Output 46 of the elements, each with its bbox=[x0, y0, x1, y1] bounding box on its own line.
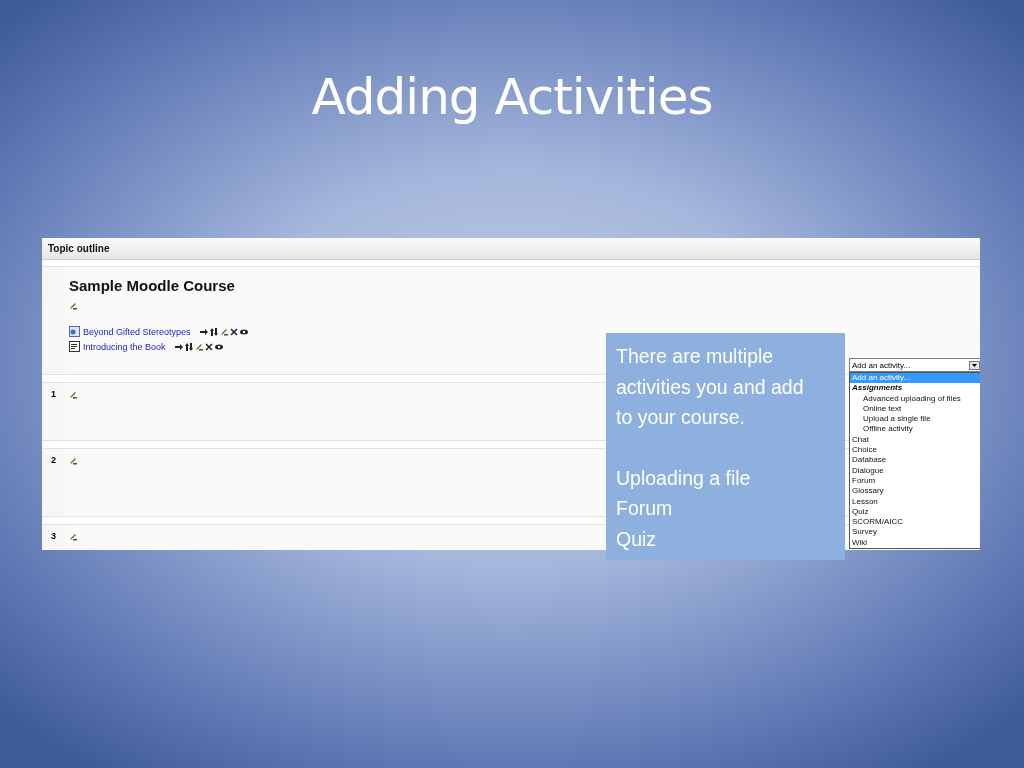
callout-item: Forum bbox=[616, 496, 674, 521]
dropdown-option[interactable]: Chat bbox=[850, 434, 980, 446]
edit-icon[interactable] bbox=[194, 342, 203, 351]
web-page-icon[interactable] bbox=[69, 326, 80, 337]
dropdown-option[interactable]: Offline activity bbox=[850, 424, 980, 435]
callout-item: Uploading a file bbox=[616, 465, 752, 491]
section-number: 2 bbox=[50, 454, 57, 465]
section-number: 3 bbox=[50, 530, 57, 541]
panel-header: Topic outline bbox=[42, 238, 980, 260]
section-number: 1 bbox=[50, 388, 57, 399]
up-down-arrows-icon[interactable] bbox=[184, 342, 193, 351]
callout-item: Quiz bbox=[616, 526, 658, 552]
right-arrow-icon[interactable] bbox=[174, 342, 183, 351]
course-title: Sample Moodle Course bbox=[69, 277, 236, 294]
dropdown-option[interactable]: Choice bbox=[850, 445, 980, 456]
callout-text: There are multiple activities you and add to your course. bbox=[616, 344, 805, 430]
right-arrow-icon[interactable] bbox=[199, 327, 208, 336]
eye-icon[interactable] bbox=[239, 327, 248, 336]
delete-icon[interactable] bbox=[204, 342, 213, 351]
dropdown-option[interactable]: Glossary bbox=[850, 486, 980, 497]
dropdown-option[interactable]: Dialogue bbox=[850, 465, 980, 476]
dropdown-option[interactable]: Lesson bbox=[850, 496, 980, 507]
edit-icon[interactable] bbox=[69, 391, 77, 399]
edit-icon[interactable] bbox=[69, 302, 77, 310]
edit-icon[interactable] bbox=[219, 327, 228, 336]
resource-link[interactable]: Beyond Gifted Stereotypes bbox=[83, 326, 191, 337]
delete-icon[interactable] bbox=[229, 327, 238, 336]
activity-select[interactable]: Add an activity... bbox=[849, 358, 980, 372]
edit-icon[interactable] bbox=[69, 457, 77, 465]
dropdown-option[interactable]: Advanced uploading of files bbox=[850, 393, 980, 404]
eye-icon[interactable] bbox=[214, 342, 223, 351]
option-group-label: Assignments bbox=[851, 383, 904, 394]
dropdown-option[interactable]: Quiz bbox=[850, 506, 980, 518]
slide-title: Adding Activities bbox=[310, 67, 714, 128]
dropdown-option[interactable]: Upload a single file bbox=[850, 414, 980, 425]
document-icon[interactable] bbox=[69, 341, 80, 352]
dropdown-option[interactable]: Wiki bbox=[850, 537, 980, 549]
dropdown-arrow-icon[interactable] bbox=[969, 360, 980, 370]
resource-link[interactable]: Introducing the Book bbox=[83, 341, 166, 352]
dropdown-option[interactable]: Survey bbox=[850, 527, 980, 538]
dropdown-option[interactable]: Database bbox=[850, 455, 980, 466]
dropdown-option[interactable]: SCORM/AICC bbox=[850, 517, 980, 528]
edit-icon[interactable] bbox=[69, 533, 77, 541]
dropdown-option[interactable]: Online text bbox=[850, 403, 980, 415]
dropdown-option[interactable]: Forum bbox=[850, 475, 980, 487]
up-down-arrows-icon[interactable] bbox=[209, 327, 218, 336]
